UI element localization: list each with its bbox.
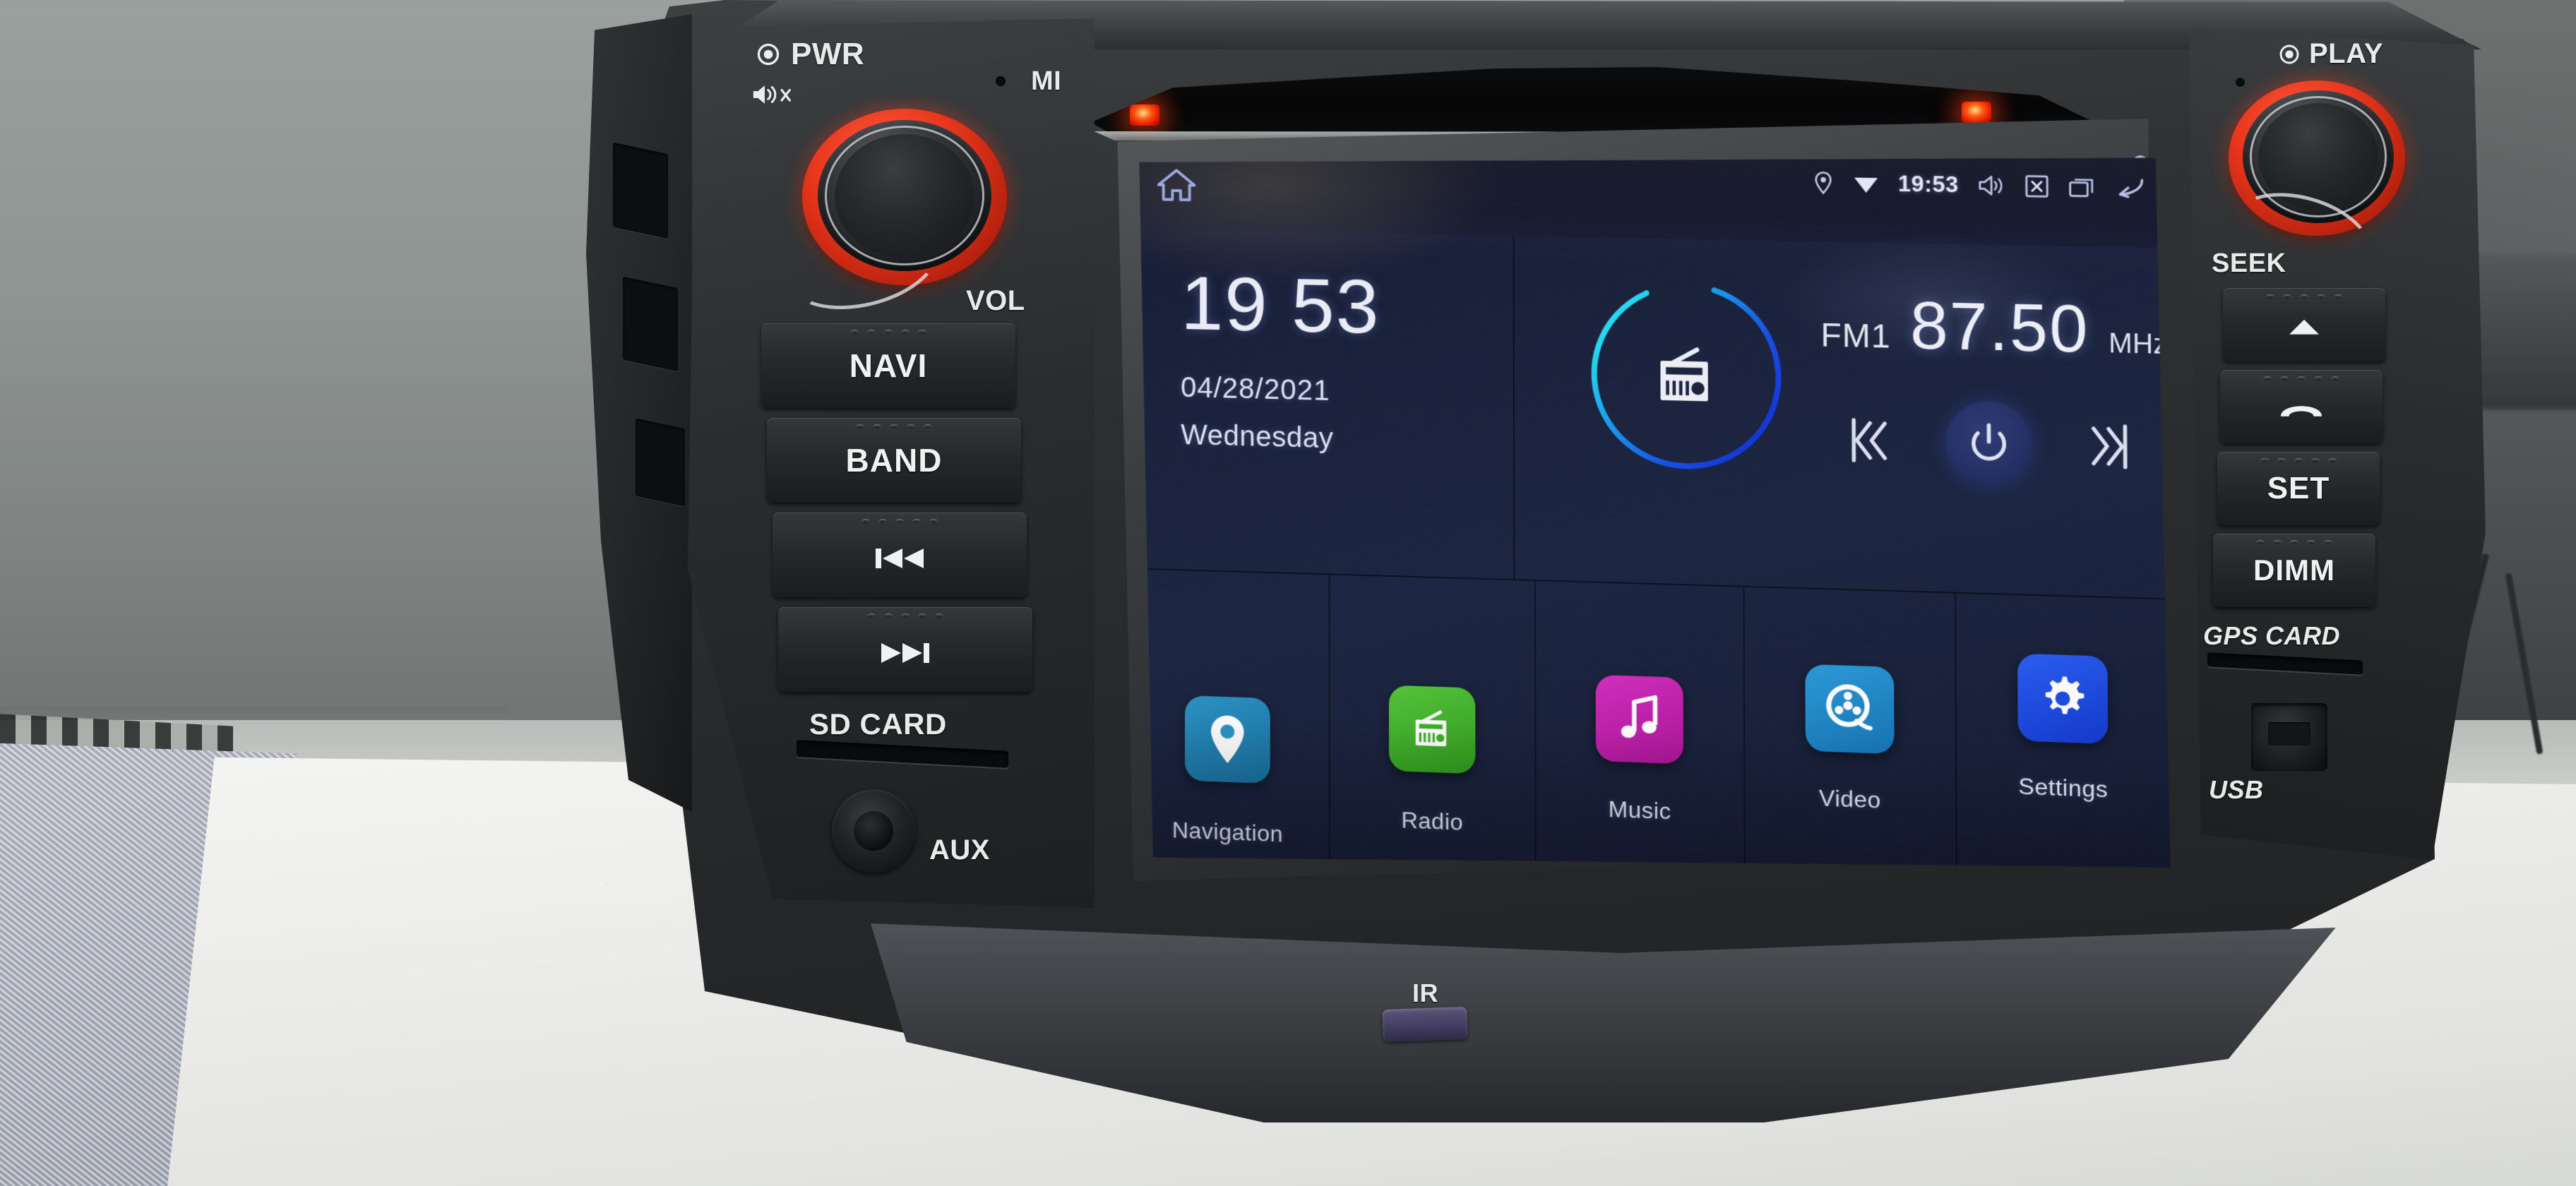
usb-label: USB xyxy=(2209,775,2264,804)
clock-weekday: Wednesday xyxy=(1181,419,1334,455)
recent-apps-icon[interactable] xyxy=(2068,174,2096,200)
play-label: PLAY xyxy=(2309,38,2384,69)
app-tile-music[interactable]: Music xyxy=(1536,581,1746,880)
circle-dot-icon xyxy=(757,43,780,66)
previous-station-button[interactable] xyxy=(1842,414,1889,467)
band-button-label: BAND xyxy=(845,442,943,479)
clock-widget[interactable]: 19 53 04/28/2021 Wednesday xyxy=(1127,229,1515,580)
power-button[interactable] xyxy=(1945,400,2032,486)
ir-label: IR xyxy=(1412,978,1438,1007)
eject-button[interactable] xyxy=(2223,288,2385,361)
radio-icon xyxy=(1406,705,1458,754)
next-track-icon xyxy=(881,643,929,663)
set-button-label: SET xyxy=(2267,471,2330,505)
phone-hangup-icon xyxy=(2280,406,2322,417)
wifi-icon xyxy=(1852,172,1880,194)
previous-track-button[interactable] xyxy=(773,513,1027,597)
home-button[interactable] xyxy=(1155,165,1198,205)
set-button[interactable]: SET xyxy=(2217,452,2380,525)
app-tile-navigation[interactable]: Navigation xyxy=(1127,569,1330,864)
status-led-right xyxy=(1962,102,1991,123)
map-pin-icon xyxy=(1205,712,1249,767)
navigation-app-icon xyxy=(1185,695,1270,784)
eject-icon xyxy=(2289,319,2319,335)
radio-band: FM1 xyxy=(1820,316,1891,355)
radio-frequency: 87.50 xyxy=(1909,289,2089,367)
car-head-unit: PWR VOL NAVI BAND SD CARD AUX MI PLAY SE… xyxy=(586,0,2563,1144)
seek-label: SEEK xyxy=(2212,248,2286,278)
widget-row: 19 53 04/28/2021 Wednesday FM1 87.50 MHz xyxy=(1127,229,2169,599)
reset-hole xyxy=(2236,78,2245,87)
gps-card-slot[interactable] xyxy=(2207,652,2363,675)
video-app-icon xyxy=(1805,664,1894,754)
circle-dot-icon xyxy=(2279,44,2299,64)
status-led-left xyxy=(1130,104,1159,126)
clock-date: 04/28/2021 xyxy=(1181,371,1330,407)
mute-icon-group xyxy=(750,80,802,112)
radio-progress-ring xyxy=(1576,266,1796,486)
mic-label: MI xyxy=(1031,66,1062,96)
sd-card-label: SD CARD xyxy=(809,707,947,741)
clock-time: 19 53 xyxy=(1181,259,1381,350)
app-launcher-row: Navigation Radio Music Video Settings xyxy=(1127,568,2171,897)
radio-widget[interactable]: FM1 87.50 MHz xyxy=(1514,236,2169,599)
bracket-slot xyxy=(623,276,678,372)
app-tile-radio[interactable]: Radio xyxy=(1330,575,1537,873)
frequency-display: FM1 87.50 MHz xyxy=(1820,287,2168,370)
app-label-music: Music xyxy=(1608,796,1671,825)
status-clock: 19:53 xyxy=(1897,171,1959,198)
app-label-navigation: Navigation xyxy=(1171,817,1284,847)
gear-icon xyxy=(2037,672,2089,725)
film-reel-icon xyxy=(1822,683,1877,735)
ir-sensor-window xyxy=(1382,1006,1468,1043)
previous-track-icon xyxy=(876,549,924,568)
aux-jack[interactable] xyxy=(832,789,915,873)
music-note-icon xyxy=(1617,693,1662,746)
prev-chevron-icon xyxy=(1842,414,1889,467)
music-app-icon xyxy=(1596,675,1683,765)
right-control-pod: PLAY SEEK SET DIMM GPS CARD USB xyxy=(2189,28,2486,861)
radio-transport-controls xyxy=(1842,398,2137,489)
settings-app-icon xyxy=(2017,654,2108,744)
navi-button-label: NAVI xyxy=(849,347,928,384)
radio-unit: MHz xyxy=(2109,328,2168,361)
app-label-radio: Radio xyxy=(1401,807,1464,835)
sd-card-slot[interactable] xyxy=(797,740,1008,768)
dimm-button-label: DIMM xyxy=(2253,553,2335,587)
microphone-hole xyxy=(996,76,1006,86)
close-x-icon[interactable] xyxy=(2024,174,2049,198)
radio-app-icon xyxy=(1389,685,1476,774)
dimm-button[interactable]: DIMM xyxy=(2213,534,2375,607)
app-tile-settings[interactable]: Settings xyxy=(1956,594,2171,897)
gps-card-label: GPS CARD xyxy=(2203,621,2341,650)
next-chevron-icon xyxy=(2089,419,2137,473)
aux-label: AUX xyxy=(929,834,990,865)
app-label-settings: Settings xyxy=(2018,772,2109,803)
status-icons: 19:53 xyxy=(1813,169,2147,201)
navi-button[interactable]: NAVI xyxy=(761,323,1015,408)
vol-label: VOL xyxy=(966,285,1025,316)
power-label: PWR xyxy=(791,37,865,71)
phone-hangup-button[interactable] xyxy=(2220,370,2383,443)
volume-icon[interactable] xyxy=(1976,173,2006,198)
next-station-button[interactable] xyxy=(2089,419,2137,473)
radio-icon xyxy=(1645,340,1726,411)
next-track-button[interactable] xyxy=(778,607,1032,692)
play-label-group: PLAY xyxy=(2278,38,2383,70)
touchscreen-display[interactable]: 19:53 19 53 04/28/2021 Wednesday FM1 87.… xyxy=(1127,140,2171,897)
usb-port[interactable] xyxy=(2251,703,2327,771)
unit-left-bracket xyxy=(586,14,692,812)
speaker-mute-icon xyxy=(753,85,791,104)
app-tile-video[interactable]: Video xyxy=(1745,587,1957,889)
app-label-video: Video xyxy=(1818,784,1881,813)
power-label-group: PWR xyxy=(756,37,864,72)
bracket-slot xyxy=(636,418,685,507)
home-icon xyxy=(1155,165,1198,205)
bracket-slot xyxy=(613,142,668,239)
band-button[interactable]: BAND xyxy=(767,418,1021,503)
power-icon xyxy=(1964,419,2012,467)
back-arrow-icon[interactable] xyxy=(2114,175,2147,200)
gps-location-icon xyxy=(1813,170,1835,195)
